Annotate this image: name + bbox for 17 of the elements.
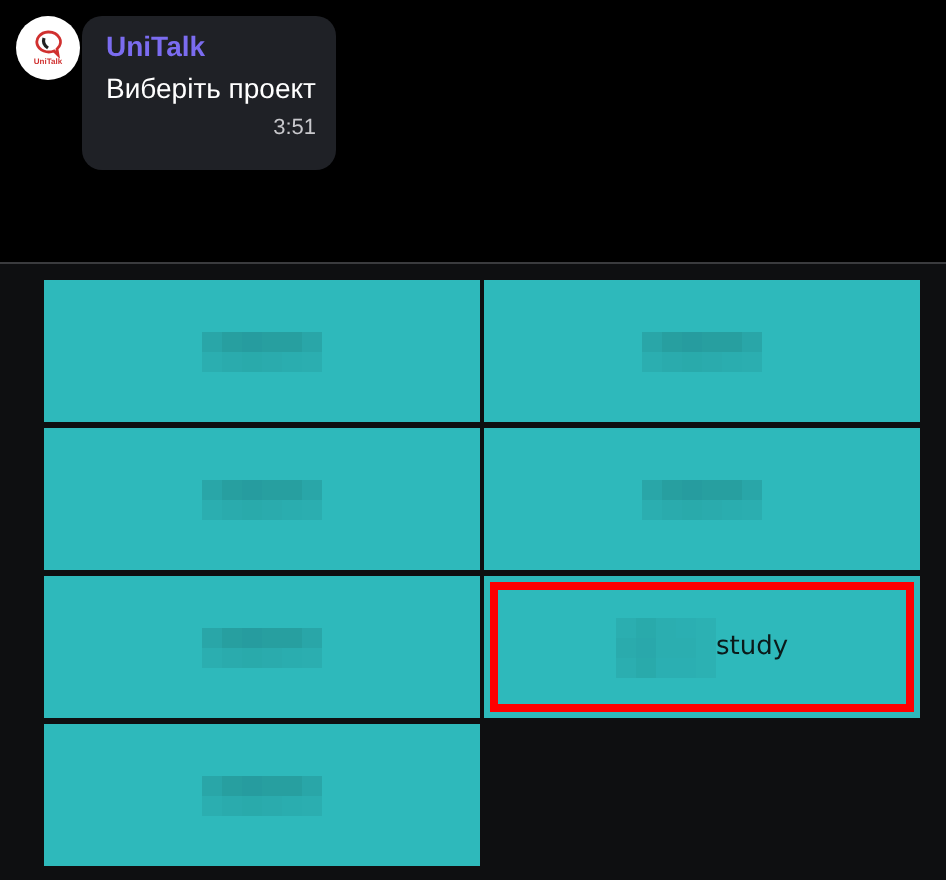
sender-name: UniTalk bbox=[106, 30, 208, 62]
project-button[interactable] bbox=[44, 280, 480, 422]
project-button[interactable]: study bbox=[484, 576, 920, 718]
blurred-label-icon bbox=[642, 331, 762, 371]
message-text: Виберіть проект bbox=[106, 72, 316, 104]
blurred-label-icon bbox=[202, 775, 322, 815]
project-button[interactable] bbox=[484, 428, 920, 570]
blurred-label-icon bbox=[202, 479, 322, 519]
chat-bubble-icon bbox=[34, 30, 62, 58]
project-button[interactable] bbox=[484, 280, 920, 422]
blurred-label-icon bbox=[202, 331, 322, 371]
project-button[interactable] bbox=[44, 576, 480, 718]
message-time: 3:51 bbox=[273, 116, 316, 140]
blurred-label-icon bbox=[202, 627, 322, 667]
project-button[interactable] bbox=[44, 428, 480, 570]
blurred-label-icon bbox=[642, 479, 762, 519]
project-button[interactable] bbox=[44, 724, 480, 866]
